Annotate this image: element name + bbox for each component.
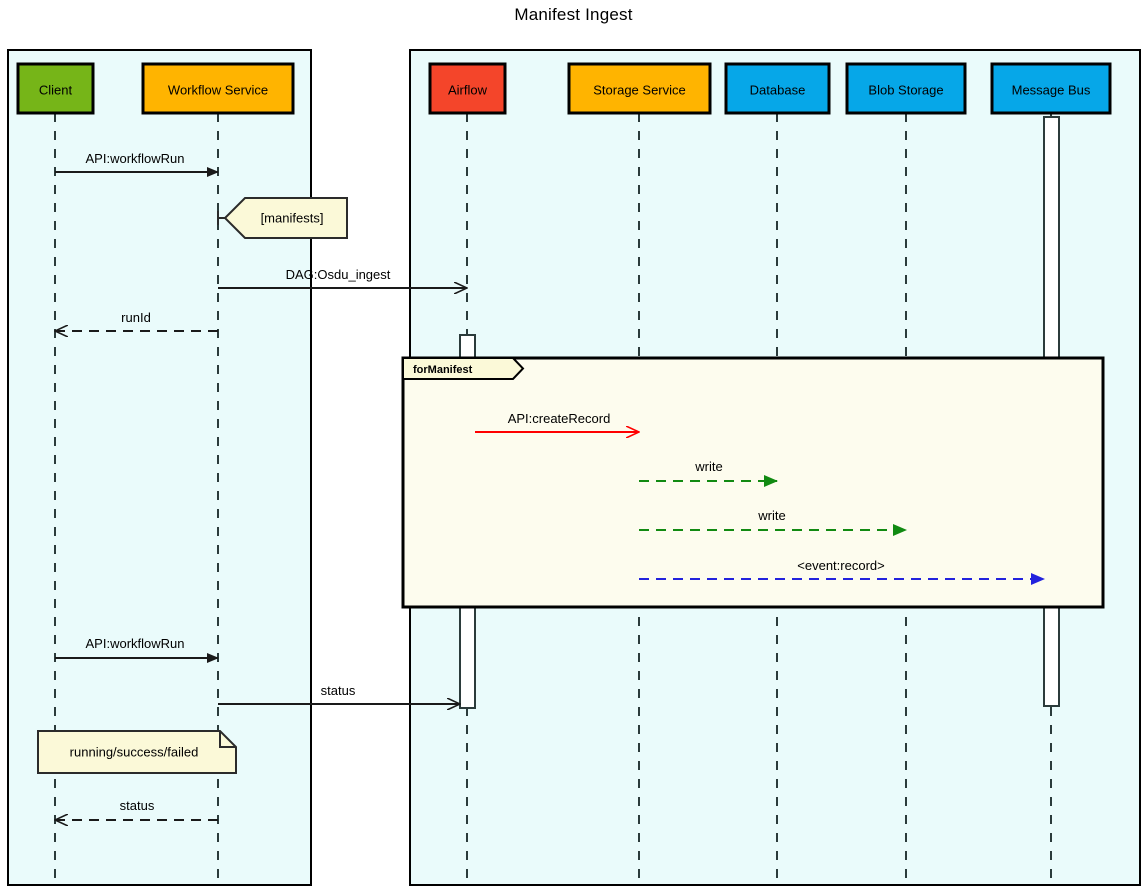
fragment-body [401, 356, 1105, 609]
msg-status-airflow-label: status [320, 683, 356, 698]
note-run-status-label: running/success/failed [69, 744, 199, 760]
participant-label-message-bus: Message Bus [1011, 82, 1091, 97]
msg-runid-label: runId [121, 310, 151, 325]
msg-event-record-label: <event:record> [797, 558, 885, 573]
msg-api-workflowrun-1-label: API:workflowRun [85, 151, 185, 166]
sequence-diagram-canvas: Manifest Ingest forManifest API:workflowR… [0, 0, 1147, 891]
participant-label-airflow: Airflow [447, 82, 488, 97]
msg-api-workflowrun-2-label: API:workflowRun [85, 636, 185, 651]
page-title: Manifest Ingest [514, 5, 633, 24]
msg-write-blob-label: write [758, 508, 786, 523]
msg-write-database-label: write [695, 459, 723, 474]
participant-label-workflow-service: Workflow Service [167, 82, 269, 97]
participant-label-client: Client [38, 82, 73, 97]
fragment-label: forManifest [413, 363, 473, 376]
note-manifests-label: [manifests] [260, 210, 324, 226]
msg-status-client-label: status [119, 798, 155, 813]
participant-label-storage-service: Storage Service [593, 82, 686, 97]
participant-label-blob-storage: Blob Storage [868, 82, 944, 97]
msg-api-createrecord-label: API:createRecord [507, 411, 611, 426]
participant-label-database: Database [749, 82, 806, 97]
combined-fragment [401, 356, 1105, 609]
msg-dag-osdu-ingest-label: DAG:Osdu_ingest [285, 267, 391, 282]
